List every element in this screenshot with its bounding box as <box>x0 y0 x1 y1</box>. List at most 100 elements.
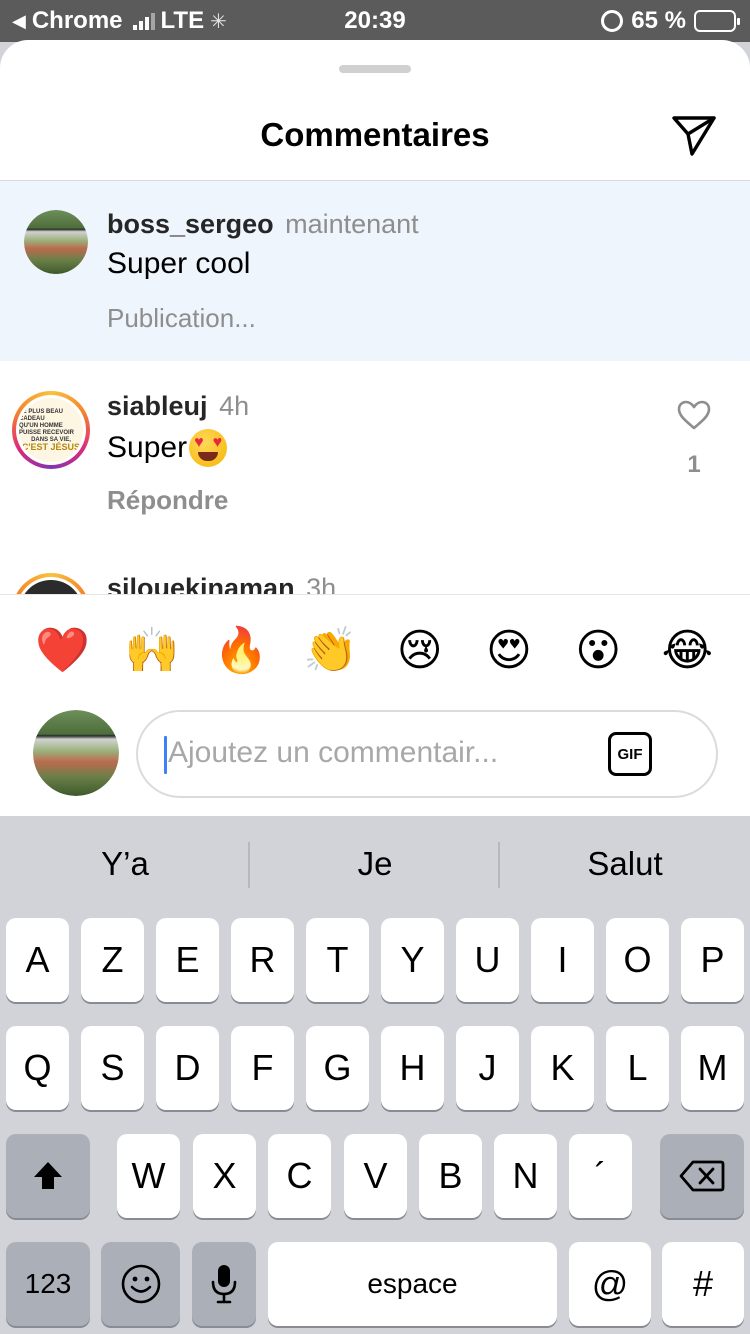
space-key[interactable]: espace <box>268 1242 557 1326</box>
avatar-photo <box>24 210 88 274</box>
heart-like-icon[interactable] <box>676 399 712 431</box>
microphone-icon <box>211 1265 237 1304</box>
key-i[interactable]: I <box>531 918 594 1002</box>
shift-key[interactable] <box>6 1134 90 1218</box>
suggestion-3[interactable]: Salut <box>500 816 750 912</box>
key-b[interactable]: B <box>419 1134 482 1218</box>
status-right: 65 % <box>601 7 740 35</box>
key-o[interactable]: O <box>606 918 669 1002</box>
key-w[interactable]: W <box>117 1134 180 1218</box>
key-n[interactable]: N <box>494 1134 557 1218</box>
emoji-key[interactable] <box>101 1242 180 1326</box>
comment-username[interactable]: siableuj <box>107 391 208 421</box>
key-z[interactable]: Z <box>81 918 144 1002</box>
comment-item[interactable]: silouekinaman 3h <box>0 573 750 595</box>
suggestion-2[interactable]: Je <box>250 816 500 912</box>
text-caret <box>164 736 167 774</box>
key-f[interactable]: F <box>231 1026 294 1110</box>
key-c[interactable]: C <box>268 1134 331 1218</box>
key-a[interactable]: A <box>6 918 69 1002</box>
key-q[interactable]: Q <box>6 1026 69 1110</box>
key-l[interactable]: L <box>606 1026 669 1110</box>
key-v[interactable]: V <box>344 1134 407 1218</box>
backspace-key[interactable] <box>660 1134 744 1218</box>
avatar-photo <box>33 710 119 796</box>
key-t[interactable]: T <box>306 918 369 1002</box>
reaction-crying-emoji[interactable]: 😢 <box>375 622 464 678</box>
comment-input[interactable]: Ajoutez un commentair... GIF <box>136 710 718 798</box>
comment-item[interactable]: boss_sergeo maintenant Super cool Public… <box>0 181 750 361</box>
shift-arrow-icon <box>34 1162 62 1189</box>
avatar-ring-inner: LE PLUS BEAU CADEAU QU'UN HOMME PUISSE R… <box>16 395 86 465</box>
status-bar: ◀ Chrome LTE ✳ 20:39 65 % <box>0 0 750 42</box>
story-ring-avatar[interactable]: LE PLUS BEAU CADEAU QU'UN HOMME PUISSE R… <box>12 391 90 469</box>
reaction-fire-emoji[interactable]: 🔥 <box>197 622 286 678</box>
gif-button[interactable]: GIF <box>608 732 652 776</box>
key-d[interactable]: D <box>156 1026 219 1110</box>
at-key[interactable]: @ <box>569 1242 651 1326</box>
reply-button[interactable]: Répondre <box>107 485 228 516</box>
key-k[interactable]: K <box>531 1026 594 1110</box>
composer-avatar <box>33 710 119 796</box>
comment-text: Super cool <box>107 247 250 281</box>
story-ring-avatar[interactable] <box>12 573 90 595</box>
comment-text: Super <box>107 429 228 467</box>
key-p[interactable]: P <box>681 918 744 1002</box>
comment-time: 4h <box>219 391 250 421</box>
avatar-text-line: QU'UN HOMME PUISSE RECEVOIR <box>19 423 75 436</box>
numbers-key[interactable]: 123 <box>6 1242 90 1326</box>
comment-item[interactable]: LE PLUS BEAU CADEAU QU'UN HOMME PUISSE R… <box>0 361 750 573</box>
comment-header: siableuj 4h <box>107 391 249 422</box>
predictive-bar: Y’a Je Salut <box>0 816 750 912</box>
backspace-icon <box>679 1160 725 1192</box>
reaction-heart-eyes-emoji[interactable]: 😍 <box>464 622 553 678</box>
comment-input-placeholder: Ajoutez un commentair... <box>168 736 499 769</box>
sheet-title: Commentaires <box>260 116 490 153</box>
heart-eyes-emoji-icon <box>189 429 228 467</box>
avatar-text-line: C'EST JÉSUS <box>21 442 81 452</box>
sheet-grabber[interactable] <box>339 65 411 73</box>
battery-icon <box>694 10 740 32</box>
avatar-text-line: LE PLUS BEAU CADEAU <box>19 409 64 422</box>
like-count: 1 <box>687 451 701 478</box>
suggestion-divider <box>498 842 500 888</box>
key-m[interactable]: M <box>681 1026 744 1110</box>
key-j[interactable]: J <box>456 1026 519 1110</box>
comment-header: silouekinaman 3h <box>107 573 336 595</box>
comment-time: maintenant <box>285 209 419 239</box>
comments-list[interactable]: boss_sergeo maintenant Super cool Public… <box>0 181 750 595</box>
key-e[interactable]: E <box>156 918 219 1002</box>
comment-username[interactable]: boss_sergeo <box>107 209 274 239</box>
dictation-key[interactable] <box>192 1242 256 1326</box>
keyboard: Y’a Je Salut A Z E R T Y U I O P Q S D F… <box>0 816 750 1334</box>
key-acute-accent[interactable]: ´ <box>569 1134 632 1218</box>
battery-percent: 65 % <box>631 7 686 34</box>
avatar[interactable] <box>24 210 88 274</box>
reaction-heart-emoji[interactable]: ❤️ <box>18 622 107 678</box>
comment-username[interactable]: silouekinaman <box>107 573 295 595</box>
key-r[interactable]: R <box>231 918 294 1002</box>
avatar-image: LE PLUS BEAU CADEAU QU'UN HOMME PUISSE R… <box>19 398 83 462</box>
reaction-laughing-emoji[interactable]: 😂 <box>643 622 732 678</box>
comment-header: boss_sergeo maintenant <box>107 209 419 240</box>
key-u[interactable]: U <box>456 918 519 1002</box>
suggestion-1[interactable]: Y’a <box>0 816 250 912</box>
comment-text-content: Super cool <box>107 247 251 280</box>
key-x[interactable]: X <box>193 1134 256 1218</box>
reaction-surprised-emoji[interactable]: 😮 <box>554 622 643 678</box>
key-s[interactable]: S <box>81 1026 144 1110</box>
key-g[interactable]: G <box>306 1026 369 1110</box>
hash-key[interactable]: # <box>662 1242 744 1326</box>
key-h[interactable]: H <box>381 1026 444 1110</box>
reactions-divider <box>0 594 750 595</box>
key-y[interactable]: Y <box>381 918 444 1002</box>
reaction-raising-hands-emoji[interactable]: 🙌 <box>107 622 196 678</box>
comment-text-content: Super <box>107 431 188 464</box>
avatar-ring-inner <box>16 577 86 595</box>
comment-time: 3h <box>306 573 337 595</box>
orientation-lock-icon <box>601 10 624 32</box>
reaction-clapping-emoji[interactable]: 👏 <box>286 622 375 678</box>
paper-plane-icon[interactable] <box>670 112 718 158</box>
suggestion-divider <box>248 842 250 888</box>
avatar-image <box>19 580 83 595</box>
